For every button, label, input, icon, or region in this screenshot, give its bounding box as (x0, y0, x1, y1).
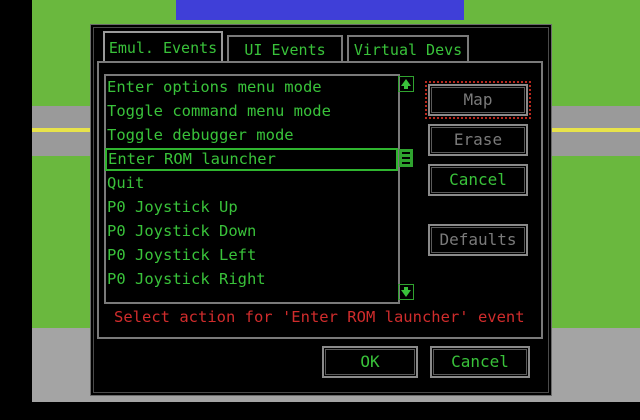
ok-button[interactable]: OK (322, 346, 418, 378)
list-item[interactable]: P0 Joystick Down (106, 220, 396, 243)
water-strip (176, 0, 464, 20)
list-item[interactable]: P0 Joystick Up (106, 196, 396, 219)
list-item-selected[interactable]: Enter ROM launcher (105, 148, 398, 171)
map-button[interactable]: Map (425, 81, 531, 119)
erase-button[interactable]: Erase (428, 124, 528, 156)
cancel-mapping-button[interactable]: Cancel (428, 164, 528, 196)
list-item[interactable]: P0 Joystick Left (106, 244, 396, 267)
cancel-button[interactable]: Cancel (430, 346, 530, 378)
list-item[interactable]: Toggle debugger mode (106, 124, 396, 147)
defaults-button[interactable]: Defaults (428, 224, 528, 256)
list-item[interactable]: P0 Joystick Right (106, 268, 396, 291)
tab-emul-events[interactable]: Emul. Events (103, 31, 223, 61)
arrow-up-icon[interactable] (398, 76, 414, 92)
list-item[interactable]: Quit (106, 172, 396, 195)
scrollbar-thumb[interactable] (399, 149, 413, 167)
list-item[interactable]: Enter options menu mode (106, 76, 396, 99)
event-list-scrollbar[interactable] (398, 76, 416, 302)
status-message: Select action for 'Enter ROM launcher' e… (114, 308, 525, 326)
tab-virtual-devs[interactable]: Virtual Devs (347, 35, 469, 61)
tab-ui-events[interactable]: UI Events (227, 35, 343, 61)
bottom-bar (0, 402, 640, 420)
arrow-down-icon[interactable] (398, 284, 414, 300)
list-item[interactable]: Toggle command menu mode (106, 100, 396, 123)
